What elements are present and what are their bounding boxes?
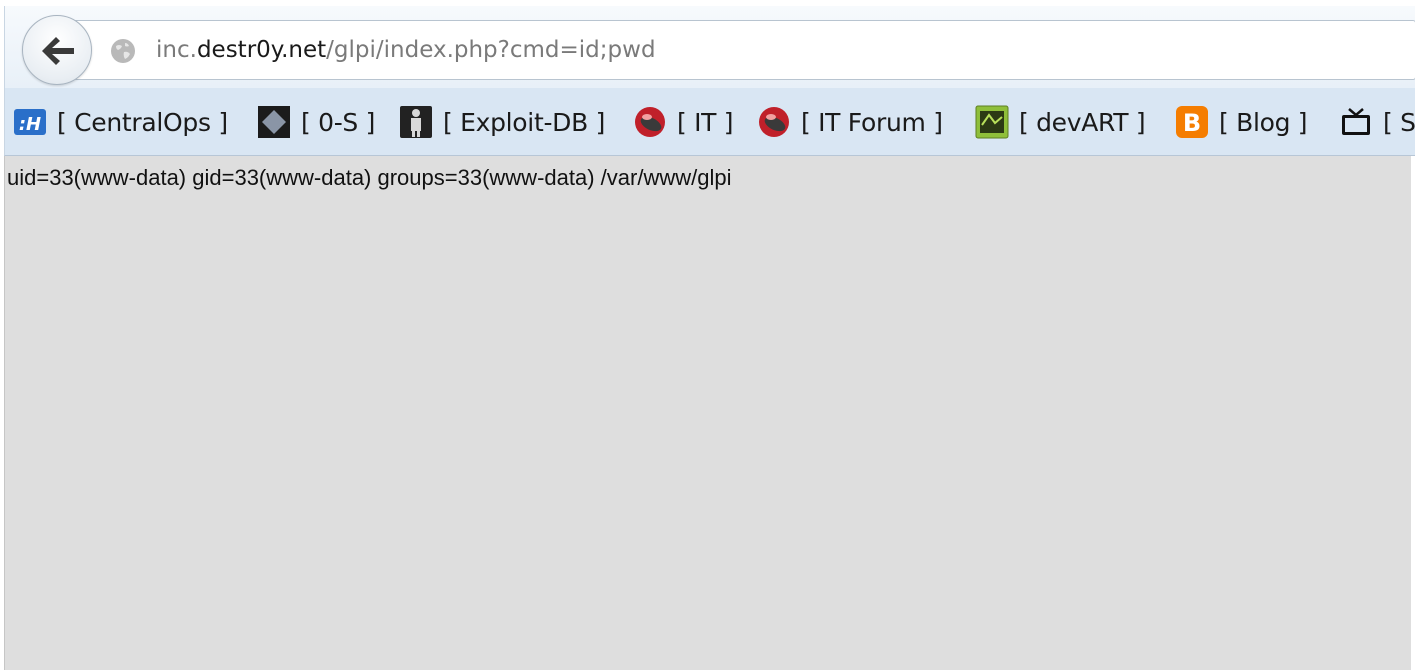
- bookmark-blog[interactable]: B [ Blog ]: [1175, 102, 1308, 142]
- svg-text::H: :H: [19, 114, 41, 135]
- bookmark-label: [ Blog ]: [1219, 107, 1308, 137]
- command-output: uid=33(www-data) gid=33(www-data) groups…: [7, 165, 732, 190]
- bookmark-s[interactable]: [ S: [1339, 102, 1415, 142]
- navigation-bar: inc.destr0y.net/glpi/index.php?cmd=id;pw…: [4, 6, 1415, 88]
- bookmark-centralops[interactable]: :H [ CentralOps ]: [13, 102, 228, 142]
- bookmark-exploit-db[interactable]: [ Exploit-DB ]: [399, 102, 605, 142]
- bookmark-label: [ 0-S ]: [301, 107, 376, 137]
- centralops-icon: :H: [13, 105, 47, 139]
- bookmark-0-s[interactable]: [ 0-S ]: [257, 102, 375, 142]
- red-circle-icon: [633, 105, 667, 139]
- browser-window: inc.destr0y.net/glpi/index.php?cmd=id;pw…: [0, 0, 1415, 670]
- url-prefix: inc.: [156, 37, 197, 63]
- bookmarks-toolbar: :H [ CentralOps ] [ 0-S ] [Exploit-DB]…: [4, 88, 1415, 156]
- url-path: /glpi/index.php?cmd=id;pwd: [326, 37, 656, 63]
- back-button[interactable]: [22, 15, 92, 85]
- exploitdb-icon: [399, 105, 433, 139]
- bookmark-label: [ CentralOps ]: [57, 107, 228, 137]
- bookmark-label: [ S: [1383, 107, 1415, 137]
- url-domain: destr0y.net: [196, 37, 327, 63]
- red-circle-icon: [757, 105, 791, 139]
- devart-icon: [975, 105, 1009, 139]
- bookmark-devart[interactable]: [ devART ]: [975, 102, 1146, 142]
- address-bar[interactable]: inc.destr0y.net/glpi/index.php?cmd=id;pw…: [73, 20, 1415, 80]
- globe-icon: [111, 39, 135, 63]
- blogger-icon: B: [1175, 105, 1209, 139]
- bookmark-label: [ devART ]: [1019, 107, 1146, 137]
- page-content: uid=33(www-data) gid=33(www-data) groups…: [4, 156, 1411, 670]
- url-text[interactable]: inc.destr0y.net/glpi/index.php?cmd=id;pw…: [156, 36, 656, 64]
- svg-text:B: B: [1183, 109, 1201, 137]
- bookmark-label: [ Exploit-DB ]: [443, 107, 606, 137]
- bookmark-it-forum[interactable]: [ IT Forum ]: [757, 102, 943, 142]
- tv-icon: [1339, 105, 1373, 139]
- bookmark-it[interactable]: [ IT ]: [633, 102, 734, 142]
- bookmark-label: [ IT ]: [677, 107, 734, 137]
- arrow-left-icon: [42, 37, 74, 65]
- diamond-icon: [257, 105, 291, 139]
- bookmark-label: [ IT Forum ]: [801, 107, 943, 137]
